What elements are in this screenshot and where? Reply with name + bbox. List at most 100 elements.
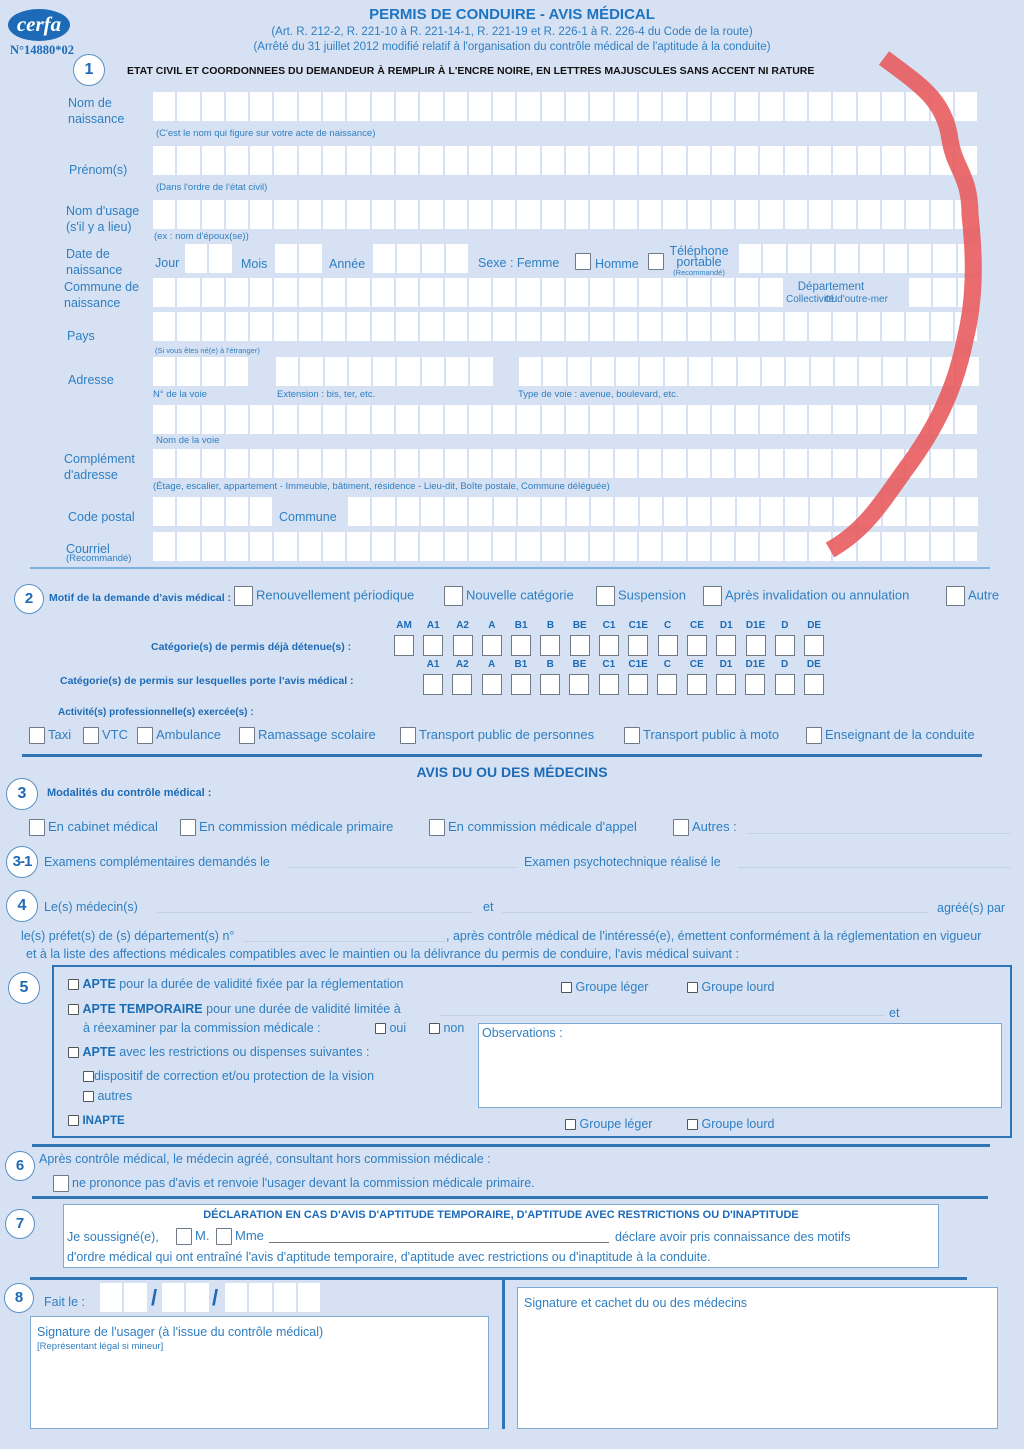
char-cell[interactable]: [566, 532, 589, 561]
char-cell[interactable]: [956, 357, 979, 386]
char-cell[interactable]: [420, 449, 443, 478]
char-cell[interactable]: [420, 92, 443, 121]
char-cell[interactable]: [517, 200, 540, 229]
char-cell[interactable]: [881, 449, 905, 478]
char-cell[interactable]: [930, 200, 953, 229]
char-cell[interactable]: [250, 532, 273, 561]
char-cell[interactable]: [881, 312, 905, 341]
char-cell[interactable]: [857, 405, 880, 434]
char-cell[interactable]: [736, 497, 760, 526]
checkbox[interactable]: [673, 819, 689, 837]
checkbox[interactable]: [68, 1115, 79, 1127]
char-cell[interactable]: [933, 278, 956, 307]
char-cell[interactable]: [276, 357, 299, 386]
char-cell[interactable]: [954, 200, 978, 229]
category-checkbox[interactable]: [628, 635, 649, 656]
checkbox[interactable]: [83, 1091, 94, 1103]
char-cell[interactable]: [347, 200, 370, 229]
motif-suspension[interactable]: Suspension: [596, 586, 686, 606]
motif-apres-invalidation[interactable]: Après invalidation ou annulation: [703, 586, 909, 606]
char-cell[interactable]: [201, 278, 224, 307]
char-cell[interactable]: [760, 92, 783, 121]
char-cell[interactable]: [177, 357, 200, 386]
complement-field[interactable]: [153, 449, 978, 478]
char-cell[interactable]: [739, 244, 762, 273]
char-cell[interactable]: [906, 200, 929, 229]
char-cell[interactable]: [881, 92, 905, 121]
char-cell[interactable]: [445, 497, 468, 526]
char-cell[interactable]: [201, 405, 224, 434]
char-cell[interactable]: [177, 532, 200, 561]
char-cell[interactable]: [274, 532, 297, 561]
char-cell[interactable]: [590, 405, 613, 434]
char-cell[interactable]: [323, 146, 346, 175]
char-cell[interactable]: [760, 449, 783, 478]
char-cell[interactable]: [954, 312, 978, 341]
char-cell[interactable]: [930, 92, 953, 121]
char-cell[interactable]: [468, 449, 492, 478]
char-cell[interactable]: [638, 92, 662, 121]
char-cell[interactable]: [955, 497, 978, 526]
char-cell[interactable]: [201, 357, 224, 386]
category-option[interactable]: B1: [511, 620, 532, 656]
char-cell[interactable]: [857, 449, 880, 478]
motif-nouvelle-categorie[interactable]: Nouvelle catégorie: [444, 586, 574, 606]
modalite-commission-appel[interactable]: En commission médicale d'appel: [429, 819, 637, 837]
char-cell[interactable]: [517, 532, 540, 561]
char-cell[interactable]: [760, 312, 783, 341]
char-cell[interactable]: [566, 405, 589, 434]
char-cell[interactable]: [100, 1283, 123, 1312]
vision-option[interactable]: dispositif de correction et/ou protectio…: [83, 1069, 374, 1083]
char-cell[interactable]: [153, 200, 176, 229]
annee-field[interactable]: [373, 244, 469, 273]
char-cell[interactable]: [737, 357, 760, 386]
char-cell[interactable]: [250, 278, 273, 307]
char-cell[interactable]: [185, 244, 208, 273]
char-cell[interactable]: [469, 497, 492, 526]
char-cell[interactable]: [614, 200, 637, 229]
char-cell[interactable]: [687, 312, 710, 341]
activite-transport-public[interactable]: Transport public de personnes: [400, 727, 594, 745]
activite-vtc[interactable]: VTC: [83, 727, 128, 745]
char-cell[interactable]: [930, 532, 953, 561]
char-cell[interactable]: [906, 146, 929, 175]
category-checkbox[interactable]: [452, 635, 473, 656]
checkbox[interactable]: [68, 1004, 79, 1016]
char-cell[interactable]: [590, 449, 613, 478]
char-cell[interactable]: [858, 497, 881, 526]
mme-option[interactable]: Mme: [216, 1228, 264, 1246]
char-cell[interactable]: [324, 357, 347, 386]
char-cell[interactable]: [761, 497, 784, 526]
activite-transport-moto[interactable]: Transport public à moto: [624, 727, 779, 745]
char-cell[interactable]: [663, 278, 686, 307]
char-cell[interactable]: [371, 92, 394, 121]
checkbox[interactable]: [429, 1023, 440, 1035]
category-checkbox[interactable]: [569, 674, 590, 695]
char-cell[interactable]: [373, 357, 396, 386]
departement-input[interactable]: [243, 941, 446, 942]
category-checkbox[interactable]: [686, 635, 707, 656]
groupe-lourd-inapte[interactable]: Groupe lourd: [687, 1117, 774, 1131]
char-cell[interactable]: [444, 532, 467, 561]
char-cell[interactable]: [274, 200, 297, 229]
char-cell[interactable]: [809, 200, 832, 229]
char-cell[interactable]: [468, 146, 492, 175]
char-cell[interactable]: [274, 449, 297, 478]
char-cell[interactable]: [833, 312, 856, 341]
char-cell[interactable]: [881, 146, 905, 175]
char-cell[interactable]: [663, 532, 686, 561]
char-cell[interactable]: [736, 146, 759, 175]
char-cell[interactable]: [249, 1283, 272, 1312]
code-postal-field[interactable]: [153, 497, 273, 526]
char-cell[interactable]: [420, 497, 444, 526]
char-cell[interactable]: [590, 532, 613, 561]
category-checkbox[interactable]: [804, 635, 825, 656]
char-cell[interactable]: [687, 146, 710, 175]
char-cell[interactable]: [209, 244, 232, 273]
category-checkbox[interactable]: [511, 635, 532, 656]
char-cell[interactable]: [881, 405, 905, 434]
char-cell[interactable]: [834, 357, 858, 386]
char-cell[interactable]: [784, 405, 808, 434]
char-cell[interactable]: [857, 92, 880, 121]
char-cell[interactable]: [153, 278, 176, 307]
